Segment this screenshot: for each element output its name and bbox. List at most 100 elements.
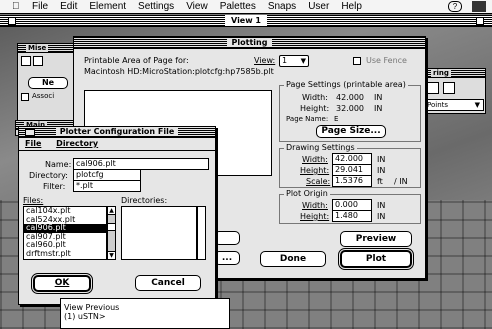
scale-field[interactable]: 1.5376: [332, 175, 372, 187]
origin-width-unit: IN: [377, 201, 386, 210]
scale-per-unit: / IN: [394, 177, 408, 186]
scroll-down-icon[interactable]: ▼: [108, 251, 115, 259]
plot-origin-title: Plot Origin: [284, 189, 330, 198]
page-name-label: Page Name:: [286, 115, 329, 123]
hidden-button[interactable]: [214, 231, 240, 245]
menu-user[interactable]: User: [308, 1, 329, 12]
scale-unit: ft: [377, 177, 383, 186]
drawing-height-unit: IN: [377, 166, 386, 175]
command-window: View Previous (1) uSTN>: [60, 298, 230, 329]
drawing-settings-group: Drawing Settings Width: 42.000 IN Height…: [279, 143, 421, 188]
view-window-title: View 1: [225, 15, 267, 26]
plotting-titlebar[interactable]: Plotting: [74, 37, 425, 49]
zoom-box-icon[interactable]: [476, 17, 484, 25]
command-history-line: View Previous: [64, 303, 120, 312]
page-height-unit: IN: [374, 104, 383, 113]
menu-file[interactable]: File: [32, 1, 48, 12]
snap-tool-icon[interactable]: [443, 82, 455, 94]
menu-divider: [19, 150, 215, 151]
files-label: Files:: [23, 196, 44, 205]
printable-area-label: Printable Area of Page for:: [84, 56, 189, 65]
chevron-down-icon: ▼: [474, 101, 480, 109]
cancel-button[interactable]: Cancel: [135, 275, 201, 291]
drawing-width-label: Width:: [302, 155, 328, 164]
tool-icon[interactable]: [21, 56, 31, 66]
filter-label: Filter:: [43, 182, 66, 191]
plot-origin-group: Plot Origin Width: 0.000 IN Height: 1.48…: [279, 189, 421, 224]
associate-checkbox[interactable]: [21, 93, 29, 101]
drawing-height-label: Height:: [300, 166, 330, 175]
page-width-value: 42.000: [336, 93, 364, 102]
use-fence-label: Use Fence: [366, 56, 407, 65]
menu-snaps[interactable]: Snaps: [268, 1, 296, 12]
filter-input[interactable]: *.plt: [73, 180, 141, 192]
scroll-thumb[interactable]: [108, 223, 115, 231]
plotting-title: Plotting: [226, 38, 273, 47]
menu-help[interactable]: Help: [341, 1, 362, 12]
use-fence-checkbox[interactable]: [353, 57, 361, 65]
menu-file[interactable]: File: [25, 139, 41, 148]
view-label: View:: [254, 56, 276, 65]
preview-button[interactable]: Preview: [340, 231, 412, 247]
view-select-value: 1: [282, 56, 288, 65]
list-item[interactable]: drftmstr.plt: [24, 249, 106, 259]
associate-label: Associ: [32, 92, 55, 100]
name-label: Name:: [45, 160, 72, 169]
origin-width-label: Width:: [302, 201, 328, 210]
origin-height-field[interactable]: 1.480: [332, 210, 372, 222]
new-button[interactable]: Ne: [28, 77, 68, 89]
tool-icon[interactable]: [33, 56, 43, 66]
view-window-titlebar[interactable]: View 1: [0, 15, 492, 27]
ok-button[interactable]: OK: [31, 273, 93, 294]
plotter-config-titlebar[interactable]: Plotter Configuration File: [19, 127, 215, 138]
directories-label: Directories:: [121, 196, 168, 205]
hidden-ellipsis-button[interactable]: ...: [214, 251, 240, 265]
page-width-unit: IN: [374, 93, 383, 102]
snap-tool-icon[interactable]: [427, 82, 439, 94]
snap-mode-value: Points: [427, 101, 449, 109]
drawing-width-unit: IN: [377, 155, 386, 164]
page-height-value: 32.000: [336, 104, 364, 113]
directories-scrollbar[interactable]: [197, 206, 206, 260]
misc-palette-title: Mise: [26, 44, 49, 52]
snap-palette-titlebar[interactable]: ring: [421, 69, 485, 78]
page-settings-title: Page Settings (printable area): [284, 80, 408, 89]
origin-height-label: Height:: [300, 212, 330, 221]
menu-settings[interactable]: Settings: [138, 1, 174, 12]
plotter-config-dialog: Plotter Configuration File File Director…: [18, 126, 216, 305]
menu-element[interactable]: Element: [89, 1, 126, 12]
snap-mode-select[interactable]: Points ▼: [424, 99, 484, 111]
menu-edit[interactable]: Edit: [60, 1, 77, 12]
page-name-value: E: [334, 115, 339, 123]
files-scrollbar[interactable]: ▲ ▼: [107, 206, 116, 260]
close-box-icon[interactable]: [25, 129, 35, 136]
apple-menu-icon[interactable]: : [12, 1, 22, 12]
plotter-config-title: Plotter Configuration File: [55, 127, 179, 136]
page-width-label: Width:: [302, 93, 328, 102]
close-box-icon[interactable]: [8, 17, 16, 25]
menu-directory[interactable]: Directory: [56, 139, 98, 148]
scroll-up-icon[interactable]: ▲: [108, 207, 115, 215]
plotter-config-menubar: File Directory: [19, 139, 215, 149]
application-icon[interactable]: [472, 1, 486, 12]
files-list[interactable]: cal104x.plt cal524xx.plt cal906.plt cal9…: [23, 206, 107, 260]
directory-label: Directory:: [29, 171, 68, 180]
page-height-label: Height:: [300, 104, 330, 113]
command-prompt[interactable]: (1) uSTN>: [64, 312, 229, 321]
menu-view[interactable]: View: [186, 1, 208, 12]
scale-label: Scale:: [306, 177, 331, 186]
snap-palette-title: ring: [431, 69, 451, 77]
page-size-button[interactable]: Page Size...: [316, 125, 386, 138]
view-select[interactable]: 1 ▼: [279, 55, 309, 67]
directories-list[interactable]: [121, 206, 197, 260]
printable-area-path: Macintosh HD:MicroStation:plotcfg:hp7585…: [84, 67, 274, 76]
done-button[interactable]: Done: [260, 251, 326, 267]
chevron-down-icon: ▼: [300, 57, 306, 65]
plot-button[interactable]: Plot: [338, 248, 414, 270]
balloon-help-icon[interactable]: ?: [448, 1, 462, 12]
drawing-settings-title: Drawing Settings: [284, 143, 357, 152]
page-settings-group: Page Settings (printable area) Width: 42…: [279, 80, 421, 142]
origin-height-unit: IN: [377, 212, 386, 221]
menu-palettes[interactable]: Palettes: [220, 1, 256, 12]
menu-bar:  File Edit Element Settings View Palett…: [0, 0, 492, 14]
